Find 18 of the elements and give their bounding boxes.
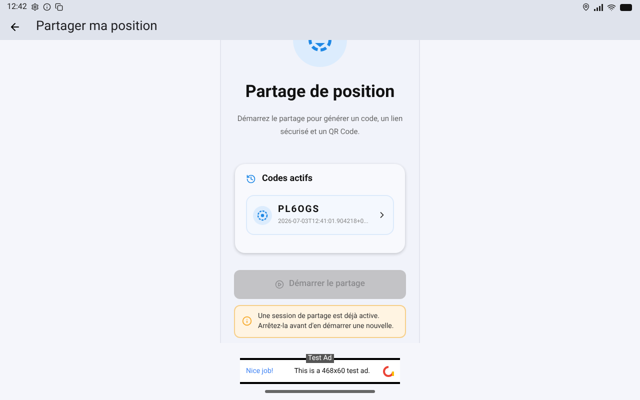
warning-icon (242, 316, 252, 326)
code-text: PL6OGS (278, 202, 321, 217)
signal-icon (594, 3, 603, 11)
card-title: Codes actifs (262, 172, 313, 186)
info-icon (42, 3, 51, 11)
page-title: Partager ma position (36, 18, 158, 36)
battery-icon (620, 4, 633, 10)
play-icon (275, 280, 284, 288)
code-icon (253, 206, 272, 224)
wifi-icon (607, 2, 616, 12)
settings-icon (30, 3, 39, 11)
section-title: Partage de position (245, 81, 395, 104)
location-icon (582, 3, 590, 11)
history-icon (246, 174, 256, 184)
back-button[interactable] (8, 20, 22, 34)
copy-icon (54, 3, 63, 11)
status-time: 12:42 (7, 1, 27, 13)
ad-logo-icon (383, 366, 394, 376)
